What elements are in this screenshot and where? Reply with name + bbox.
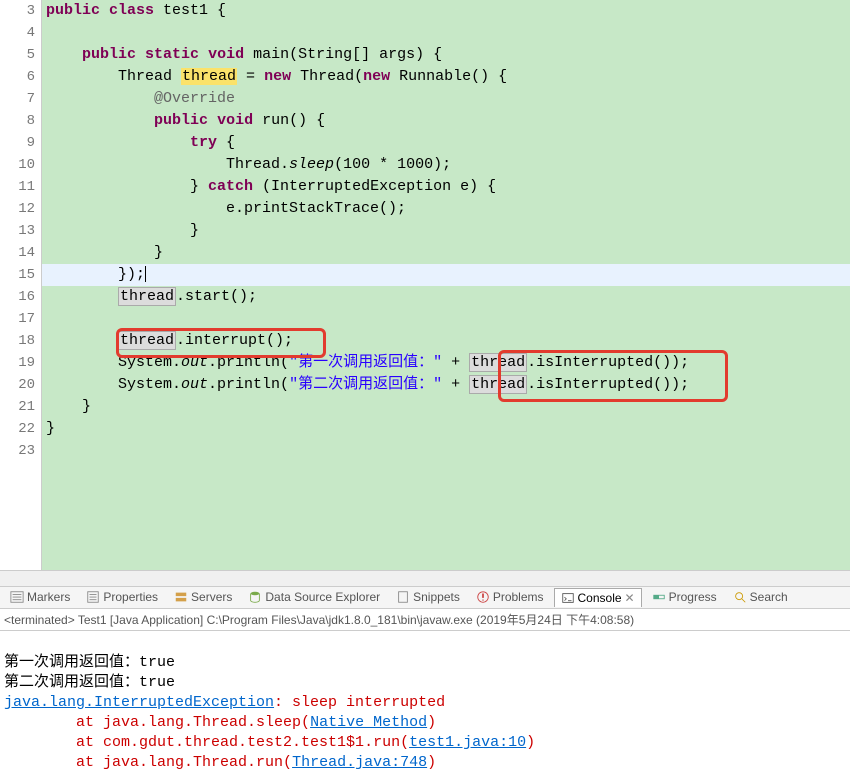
- code-line: }: [42, 220, 850, 242]
- code-line: System.out.println("第二次调用返回值：" + thread.…: [42, 374, 850, 396]
- code-line: try {: [42, 132, 850, 154]
- code-line: }: [42, 242, 850, 264]
- problems-icon: [476, 590, 490, 604]
- tab-progress[interactable]: Progress: [646, 588, 723, 606]
- code-editor[interactable]: 3 4 5 6 7 8 9 10 11 12 13 14 15 16 17 18…: [0, 0, 850, 570]
- horizontal-scrollbar[interactable]: [0, 570, 850, 585]
- code-line: e.printStackTrace();: [42, 198, 850, 220]
- code-area[interactable]: public class test1 { public static void …: [42, 0, 850, 570]
- code-line: System.out.println("第一次调用返回值：" + thread.…: [42, 352, 850, 374]
- tab-problems[interactable]: Problems: [470, 588, 550, 606]
- code-line: [42, 440, 850, 462]
- tab-snippets[interactable]: Snippets: [390, 588, 466, 606]
- code-line: public static void main(String[] args) {: [42, 44, 850, 66]
- console-process-label: <terminated> Test1 [Java Application] C:…: [0, 609, 850, 631]
- code-line: public class test1 {: [42, 0, 850, 22]
- console-line: 第二次调用返回值：true: [4, 674, 175, 691]
- stack-link[interactable]: Thread.java:748: [292, 754, 427, 771]
- code-line: });: [42, 264, 850, 286]
- code-line: thread.start();: [42, 286, 850, 308]
- snippets-icon: [396, 590, 410, 604]
- tab-markers[interactable]: Markers: [4, 588, 76, 606]
- stack-link[interactable]: test1.java:10: [409, 734, 526, 751]
- line-gutter: 3 4 5 6 7 8 9 10 11 12 13 14 15 16 17 18…: [0, 0, 42, 570]
- code-line: }: [42, 418, 850, 440]
- tab-search[interactable]: Search: [727, 588, 794, 606]
- console-icon: [561, 591, 575, 605]
- servers-icon: [174, 590, 188, 604]
- tab-console[interactable]: Console ✕: [554, 588, 642, 607]
- progress-icon: [652, 590, 666, 604]
- code-line: } catch (InterruptedException e) {: [42, 176, 850, 198]
- code-line: Thread.sleep(100 * 1000);: [42, 154, 850, 176]
- code-line: [42, 308, 850, 330]
- caret-icon: [145, 266, 146, 282]
- code-line: }: [42, 396, 850, 418]
- console-line: 第一次调用返回值：true: [4, 654, 175, 671]
- tab-servers[interactable]: Servers: [168, 588, 238, 606]
- code-line: [42, 22, 850, 44]
- tab-properties[interactable]: Properties: [80, 588, 164, 606]
- properties-icon: [86, 590, 100, 604]
- exception-link[interactable]: java.lang.InterruptedException: [4, 694, 274, 711]
- search-icon: [733, 590, 747, 604]
- database-icon: [248, 590, 262, 604]
- close-icon[interactable]: ✕: [625, 591, 635, 605]
- console-output[interactable]: 第一次调用返回值：true 第二次调用返回值：true java.lang.In…: [0, 631, 850, 775]
- markers-icon: [10, 590, 24, 604]
- code-line: Thread thread = new Thread(new Runnable(…: [42, 66, 850, 88]
- stack-link[interactable]: Native Method: [310, 714, 427, 731]
- code-line: public void run() {: [42, 110, 850, 132]
- code-line: thread.interrupt();: [42, 330, 850, 352]
- bottom-tabs: Markers Properties Servers Data Source E…: [0, 586, 850, 609]
- code-line: @Override: [42, 88, 850, 110]
- tab-data-source-explorer[interactable]: Data Source Explorer: [242, 588, 386, 606]
